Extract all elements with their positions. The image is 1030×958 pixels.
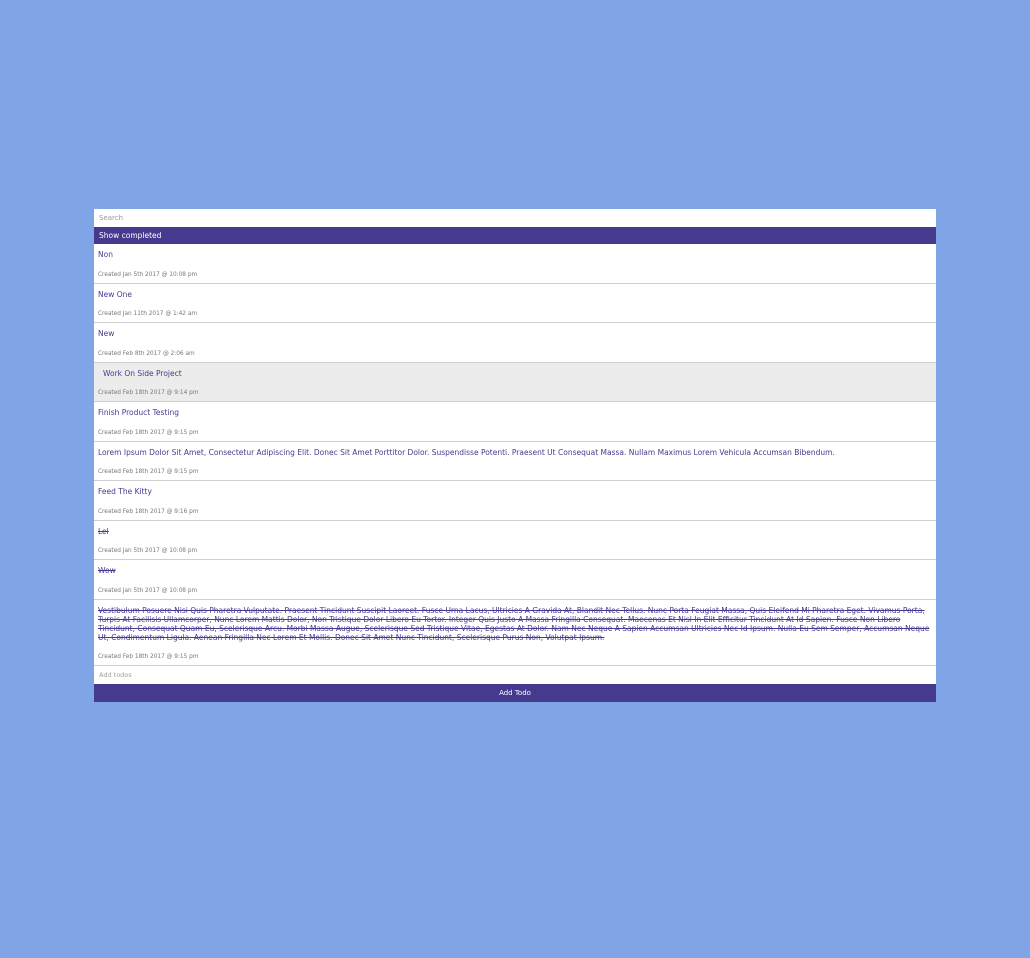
todo-item[interactable]: New Created Feb 8th 2017 @ 2:06 am <box>94 323 936 363</box>
todo-created-date: Created Jan 11th 2017 @ 1:42 am <box>98 311 198 317</box>
search-input[interactable] <box>94 209 936 227</box>
show-completed-label: Show completed <box>99 231 162 240</box>
todo-title: Finish Product Testing <box>98 408 179 417</box>
todo-created-date: Created Feb 18th 2017 @ 9:15 pm <box>98 654 199 660</box>
todo-item-completed[interactable]: Lel Created Jan 5th 2017 @ 10:08 pm <box>94 521 936 560</box>
todo-created-date: Created Jan 5th 2017 @ 10:08 pm <box>98 587 198 594</box>
todo-title: Lel <box>98 526 109 536</box>
todo-title: Vestibulum Posuere Nisi Quis Pharetra Vu… <box>98 605 930 642</box>
todo-title: Feed The Kitty <box>98 487 152 496</box>
todo-title: Lorem Ipsum Dolor Sit Amet, Consectetur … <box>98 447 835 457</box>
todo-created-date: Created Feb 18th 2017 @ 9:14 pm <box>98 390 199 396</box>
todo-title: Non <box>98 250 113 259</box>
todo-title: New <box>98 329 115 338</box>
todo-item[interactable]: Finish Product Testing Created Feb 18th … <box>94 402 936 442</box>
todo-item[interactable]: New One Created Jan 11th 2017 @ 1:42 am <box>94 284 936 323</box>
todo-title: Work On Side Project <box>103 368 182 378</box>
add-todo-button[interactable]: Add Todo <box>94 684 936 702</box>
todo-created-date: Created Jan 5th 2017 @ 10:08 pm <box>98 271 198 278</box>
todo-created-date: Created Feb 18th 2017 @ 9:15 pm <box>98 429 199 436</box>
todo-created-date: Created Jan 5th 2017 @ 10:08 pm <box>98 548 198 554</box>
todo-list: Non Created Jan 5th 2017 @ 10:08 pm New … <box>94 244 936 666</box>
todo-title: Wow <box>98 566 116 575</box>
todo-app: Show completed Non Created Jan 5th 2017 … <box>94 209 936 702</box>
add-todo-input[interactable] <box>94 666 936 684</box>
todo-item[interactable]: Feed The Kitty Created Feb 18th 2017 @ 9… <box>94 481 936 521</box>
todo-created-date: Created Feb 18th 2017 @ 9:16 pm <box>98 508 199 515</box>
todo-item[interactable]: Non Created Jan 5th 2017 @ 10:08 pm <box>94 244 936 284</box>
todo-item-completed[interactable]: Wow Created Jan 5th 2017 @ 10:08 pm <box>94 560 936 600</box>
todo-item-hovered[interactable]: Work On Side Project Created Feb 18th 20… <box>94 362 936 402</box>
todo-item-completed[interactable]: Vestibulum Posuere Nisi Quis Pharetra Vu… <box>94 600 936 666</box>
todo-item[interactable]: Lorem Ipsum Dolor Sit Amet, Consectetur … <box>94 442 936 481</box>
show-completed-toggle[interactable]: Show completed <box>94 227 936 244</box>
todo-created-date: Created Feb 8th 2017 @ 2:06 am <box>98 350 195 357</box>
todo-created-date: Created Feb 18th 2017 @ 9:15 pm <box>98 469 199 475</box>
todo-title: New One <box>98 289 133 299</box>
